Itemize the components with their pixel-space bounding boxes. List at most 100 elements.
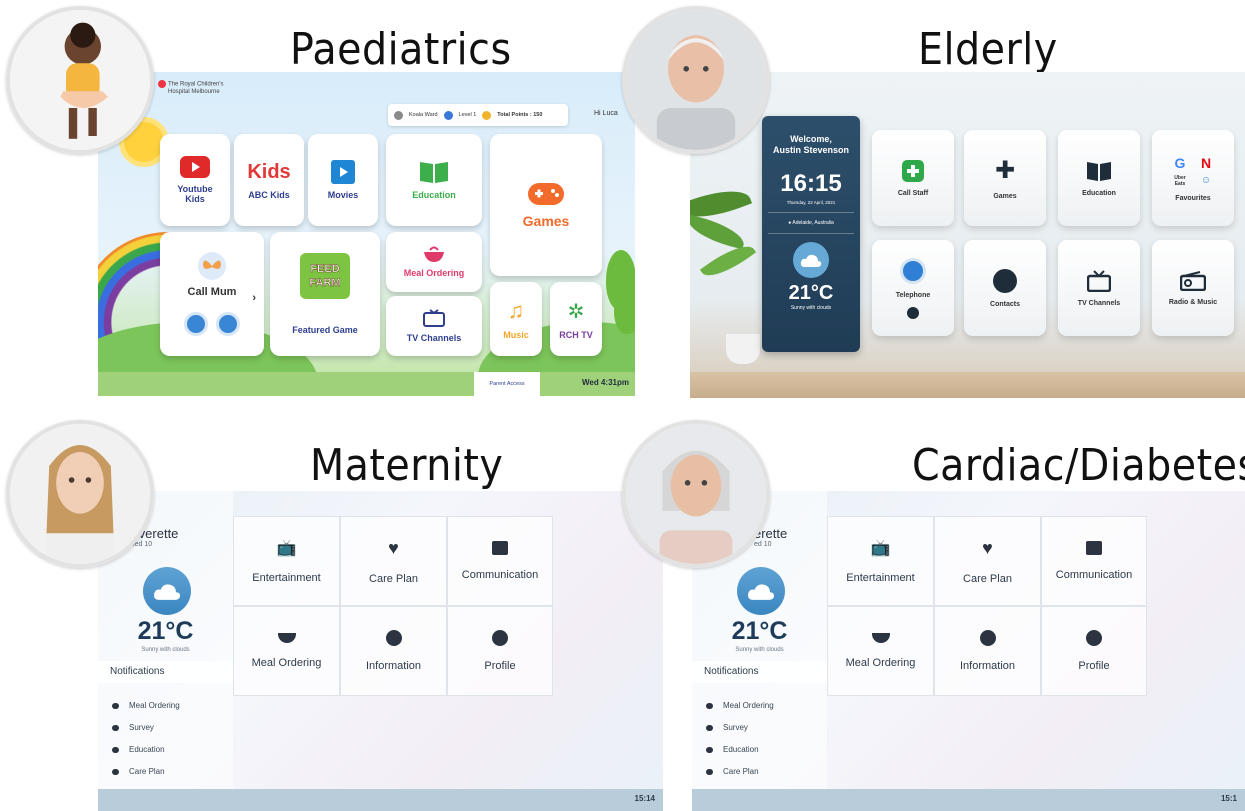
notification-item[interactable]: Meal Ordering: [706, 701, 774, 710]
tile-communication[interactable]: Communication: [1041, 516, 1147, 606]
tile-rch-tv[interactable]: ✲ RCH TV: [550, 282, 602, 356]
tile-radio-music[interactable]: Radio & Music: [1152, 240, 1234, 336]
tile-communication[interactable]: Communication: [447, 516, 553, 606]
cardiac-screen: erette ed 10 21°C Sunny with clouds Noti…: [692, 491, 1245, 811]
logo-line1: The Royal Children's: [168, 81, 224, 88]
tile-information[interactable]: Information: [934, 606, 1041, 696]
notification-item[interactable]: Survey: [112, 723, 154, 732]
tile-abc-kids[interactable]: Kids ABC Kids: [234, 134, 304, 226]
paediatrics-screen: The Royal Children's Hospital Melbourne K…: [98, 72, 635, 396]
featured-logo-line1: FEED: [310, 263, 340, 276]
notification-item[interactable]: Education: [706, 745, 759, 754]
tile-tv-channels[interactable]: TV Channels: [1058, 240, 1140, 336]
tile-label: Information: [959, 660, 1016, 672]
tile-contacts-label: Contacts: [990, 300, 1020, 308]
notification-label: Survey: [723, 723, 748, 732]
radio-icon: [1180, 270, 1206, 291]
tile-education-label: Education: [1082, 189, 1116, 197]
google-icon: G: [1174, 154, 1186, 171]
tile-care-plan[interactable]: ♥ Care Plan: [340, 516, 447, 606]
elderly-screen: Welcome, Austin Stevenson 16:15 Thursday,…: [690, 72, 1245, 398]
tile-entertainment[interactable]: 📺 Entertainment: [233, 516, 340, 606]
divider: [768, 233, 854, 234]
tile-featured-label: Featured Game: [292, 325, 358, 335]
tile-education[interactable]: Education: [1058, 130, 1140, 226]
temperature: 21°C: [731, 617, 788, 645]
temperature: 21°C: [788, 282, 834, 304]
tile-meal-ordering[interactable]: Meal Ordering: [386, 232, 482, 292]
featured-logo-line2: FARM: [309, 277, 341, 290]
tile-games[interactable]: Games: [490, 134, 602, 276]
cloud-icon: [737, 567, 785, 615]
notification-label: Meal Ordering: [723, 701, 774, 710]
status-bar: Koala Ward Level 1 Total Points : 150: [388, 104, 568, 126]
tile-movies[interactable]: Movies: [308, 134, 378, 226]
phone-call-icon[interactable]: [184, 312, 208, 336]
clock: 16:15: [780, 170, 842, 197]
call-buttons: [184, 312, 240, 336]
telephone-icon: [900, 257, 926, 284]
tile-call-mum[interactable]: Call Mum ›: [160, 232, 264, 356]
notification-item[interactable]: Care Plan: [706, 767, 759, 776]
notification-item[interactable]: Education: [112, 745, 165, 754]
tile-label: Communication: [1055, 569, 1133, 581]
tile-entertainment[interactable]: 📺 Entertainment: [827, 516, 934, 606]
heart-icon: ♥: [982, 537, 993, 558]
info-icon: [385, 630, 402, 646]
tile-rch-label: RCH TV: [559, 329, 593, 340]
location-text: Adelaide, Australia: [792, 220, 834, 226]
tile-meal-ordering[interactable]: Meal Ordering: [233, 606, 340, 696]
points-label: Total Points : 150: [497, 112, 543, 118]
tile-favourites-label: Favourites: [1175, 194, 1211, 202]
parent-access-button[interactable]: Parent Access: [474, 372, 540, 396]
feed-the-farm-logo: FEED FARM: [300, 253, 350, 299]
notification-item[interactable]: Survey: [706, 723, 748, 732]
tv-icon: 📺: [276, 540, 297, 557]
tile-games-label: Games: [522, 213, 570, 229]
bottom-bar: [98, 372, 635, 396]
tile-call-staff[interactable]: Call Staff: [872, 130, 954, 226]
tile-telephone[interactable]: Telephone: [872, 240, 954, 336]
tile-music[interactable]: ♫ Music: [490, 282, 542, 356]
gamepad-icon: [528, 183, 564, 205]
koala-icon: [394, 110, 403, 120]
youtube-icon: [180, 156, 210, 178]
cloud-icon: [793, 242, 829, 278]
bowl-icon: [706, 702, 713, 709]
bowl-icon: [871, 633, 890, 643]
cloud-icon: [143, 567, 191, 615]
tile-featured-game[interactable]: FEED FARM Featured Game: [270, 232, 380, 356]
tv-icon: [423, 309, 445, 327]
tile-label: Communication: [461, 569, 539, 581]
video-call-icon[interactable]: [216, 312, 240, 336]
weather-condition: Sunny with clouds: [735, 647, 784, 653]
avatar-young-woman: [6, 420, 154, 568]
tile-profile[interactable]: Profile: [447, 606, 553, 696]
chat-icon: [492, 541, 508, 555]
tile-education[interactable]: Education: [386, 134, 482, 226]
tile-care-plan[interactable]: ♥ Care Plan: [934, 516, 1041, 606]
tile-radio-label: Radio & Music: [1168, 298, 1218, 306]
patient-name: Austin Stevenson: [772, 145, 849, 155]
weather-condition: Sunny with clouds: [790, 305, 832, 311]
tile-label: Information: [365, 660, 422, 672]
tile-meal-ordering[interactable]: Meal Ordering: [827, 606, 934, 696]
tile-youtube-kids[interactable]: Youtube Kids: [160, 134, 230, 226]
tile-games[interactable]: ✚ Games: [964, 130, 1046, 226]
favourites-grid: G N Uber Eats ☺: [1169, 155, 1217, 187]
tile-label: Profile: [1078, 660, 1110, 672]
heading-maternity: Maternity: [310, 440, 504, 491]
tile-favourites[interactable]: G N Uber Eats ☺ Favourites: [1152, 130, 1234, 226]
notification-item[interactable]: Meal Ordering: [112, 701, 180, 710]
tile-contacts[interactable]: Contacts: [964, 240, 1046, 336]
tile-tv-channels[interactable]: TV Channels: [386, 296, 482, 356]
notifications-header: Notifications: [692, 661, 827, 683]
datetime: Wed 4:31pm: [582, 378, 629, 387]
logo-line2: Hospital Melbourne: [168, 88, 220, 95]
tile-telephone-label: Telephone: [895, 291, 931, 299]
tile-information[interactable]: Information: [340, 606, 447, 696]
tile-call-staff-label: Call Staff: [897, 189, 929, 197]
notification-item[interactable]: Care Plan: [112, 767, 165, 776]
tile-profile[interactable]: Profile: [1041, 606, 1147, 696]
avatar-older-woman: [622, 420, 770, 568]
